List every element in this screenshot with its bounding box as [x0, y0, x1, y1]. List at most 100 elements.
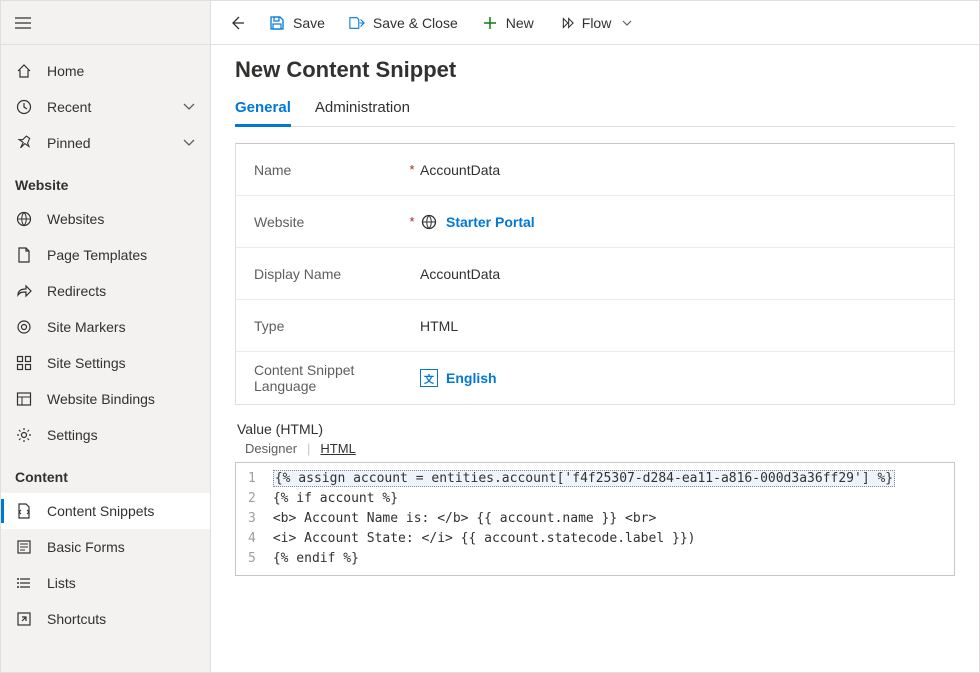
required-indicator: *: [404, 162, 420, 177]
save-button[interactable]: Save: [257, 1, 337, 45]
field-value[interactable]: Starter Portal: [420, 213, 936, 231]
field-value[interactable]: AccountData: [420, 162, 936, 178]
sidebar-item-label: Settings: [47, 427, 196, 443]
sidebar-item-label: Pinned: [47, 135, 182, 151]
sidebar-item-sitesettings[interactable]: Site Settings: [1, 345, 210, 381]
sidebar-item-label: Redirects: [47, 283, 196, 299]
main: Save Save & Close New Flow: [211, 1, 979, 672]
pin-icon: [15, 134, 33, 152]
sidebar-item-sitemarkers[interactable]: Site Markers: [1, 309, 210, 345]
form-row: Display Name AccountData: [236, 248, 954, 300]
code-line[interactable]: {% if account %}: [273, 489, 946, 509]
shortcut-icon: [15, 610, 33, 628]
settings-grid-icon: [15, 354, 33, 372]
hamburger-button[interactable]: [1, 1, 45, 45]
sidebar-item-settings[interactable]: Settings: [1, 417, 210, 453]
hamburger-icon: [15, 17, 31, 29]
field-value-text: English: [446, 370, 497, 386]
form-row: Type HTML: [236, 300, 954, 352]
form-card: Name*AccountDataWebsite*Starter PortalDi…: [235, 143, 955, 405]
sidebar-item-label: Website Bindings: [47, 391, 196, 407]
sidebar-item-redirects[interactable]: Redirects: [1, 273, 210, 309]
new-button[interactable]: New: [470, 1, 546, 45]
chevron-down-icon: [182, 136, 196, 150]
sidebar-item-label: Shortcuts: [47, 611, 196, 627]
sidebar-item-websites[interactable]: Websites: [1, 201, 210, 237]
page-icon: [15, 246, 33, 264]
sidebar-item-contentsnippets[interactable]: Content Snippets: [1, 493, 210, 529]
form-row: Website* Starter Portal: [236, 196, 954, 248]
form-row: Content Snippet Language 文 English: [236, 352, 954, 404]
tab-administration[interactable]: Administration: [315, 93, 410, 126]
field-value[interactable]: HTML: [420, 318, 936, 334]
sidebar-item-label: Content Snippets: [47, 503, 196, 519]
command-bar: Save Save & Close New Flow: [211, 1, 979, 45]
clock-icon: [15, 98, 33, 116]
list-icon: [15, 574, 33, 592]
redirect-icon: [15, 282, 33, 300]
code-editor[interactable]: 12345 {% assign account = entities.accou…: [235, 462, 955, 576]
sidebar-item-label: Site Settings: [47, 355, 196, 371]
sidebar-item-pinned[interactable]: Pinned: [1, 125, 210, 161]
sidebar-section-title: Content: [1, 453, 210, 493]
tab-general[interactable]: General: [235, 93, 291, 126]
sidebar-item-websitebindings[interactable]: Website Bindings: [1, 381, 210, 417]
field-label: Display Name: [254, 266, 404, 282]
sidebar-item-label: Lists: [47, 575, 196, 591]
code-line[interactable]: <b> Account Name is: </b> {{ account.nam…: [273, 509, 946, 529]
target-icon: [15, 318, 33, 336]
back-arrow-icon: [229, 15, 245, 31]
editor-tab-designer[interactable]: Designer: [243, 439, 299, 458]
required-indicator: *: [404, 214, 420, 229]
form-icon: [15, 538, 33, 556]
sidebar-item-basicforms[interactable]: Basic Forms: [1, 529, 210, 565]
sidebar-item-label: Websites: [47, 211, 196, 227]
field-value[interactable]: AccountData: [420, 266, 936, 282]
flow-button[interactable]: Flow: [546, 1, 648, 45]
field-value-text: Starter Portal: [446, 214, 535, 230]
language-icon: 文: [420, 369, 438, 387]
sidebar-item-label: Basic Forms: [47, 539, 196, 555]
save-close-label: Save & Close: [373, 15, 458, 31]
field-value[interactable]: 文 English: [420, 369, 936, 387]
snippet-icon: [15, 502, 33, 520]
field-value-text: HTML: [420, 318, 458, 334]
flow-label: Flow: [582, 15, 612, 31]
flow-icon: [558, 15, 574, 31]
sidebar-item-label: Home: [47, 63, 196, 79]
sidebar-item-label: Recent: [47, 99, 182, 115]
sidebar-item-label: Site Markers: [47, 319, 196, 335]
sidebar-item-pagetemplates[interactable]: Page Templates: [1, 237, 210, 273]
value-html-label: Value (HTML): [235, 421, 955, 437]
sidebar-item-label: Page Templates: [47, 247, 196, 263]
sidebar-item-shortcuts[interactable]: Shortcuts: [1, 601, 210, 637]
plus-icon: [482, 15, 498, 31]
form-row: Name*AccountData: [236, 144, 954, 196]
page-title: New Content Snippet: [235, 57, 955, 83]
editor-tab-html[interactable]: HTML: [318, 439, 357, 458]
binding-icon: [15, 390, 33, 408]
code-line[interactable]: {% endif %}: [273, 549, 946, 569]
new-label: New: [506, 15, 534, 31]
sidebar: Home Recent Pinned Website Websites Page Temp…: [1, 1, 211, 672]
code-line[interactable]: {% assign account = entities.account['f4…: [273, 469, 946, 489]
field-label: Content Snippet Language: [254, 362, 404, 394]
home-icon: [15, 62, 33, 80]
field-label: Type: [254, 318, 404, 334]
back-button[interactable]: [217, 1, 257, 45]
tabs: General Administration: [235, 93, 955, 127]
code-line[interactable]: <i> Account State: </i> {{ account.state…: [273, 529, 946, 549]
sidebar-item-recent[interactable]: Recent: [1, 89, 210, 125]
globe-icon: [420, 213, 438, 231]
sidebar-item-lists[interactable]: Lists: [1, 565, 210, 601]
sidebar-section-title: Website: [1, 161, 210, 201]
globe-icon: [15, 210, 33, 228]
sidebar-item-home[interactable]: Home: [1, 53, 210, 89]
field-label: Website: [254, 214, 404, 230]
save-icon: [269, 15, 285, 31]
save-close-icon: [349, 15, 365, 31]
save-close-button[interactable]: Save & Close: [337, 1, 470, 45]
gear-icon: [15, 426, 33, 444]
field-label: Name: [254, 162, 404, 178]
chevron-down-icon: [182, 100, 196, 114]
